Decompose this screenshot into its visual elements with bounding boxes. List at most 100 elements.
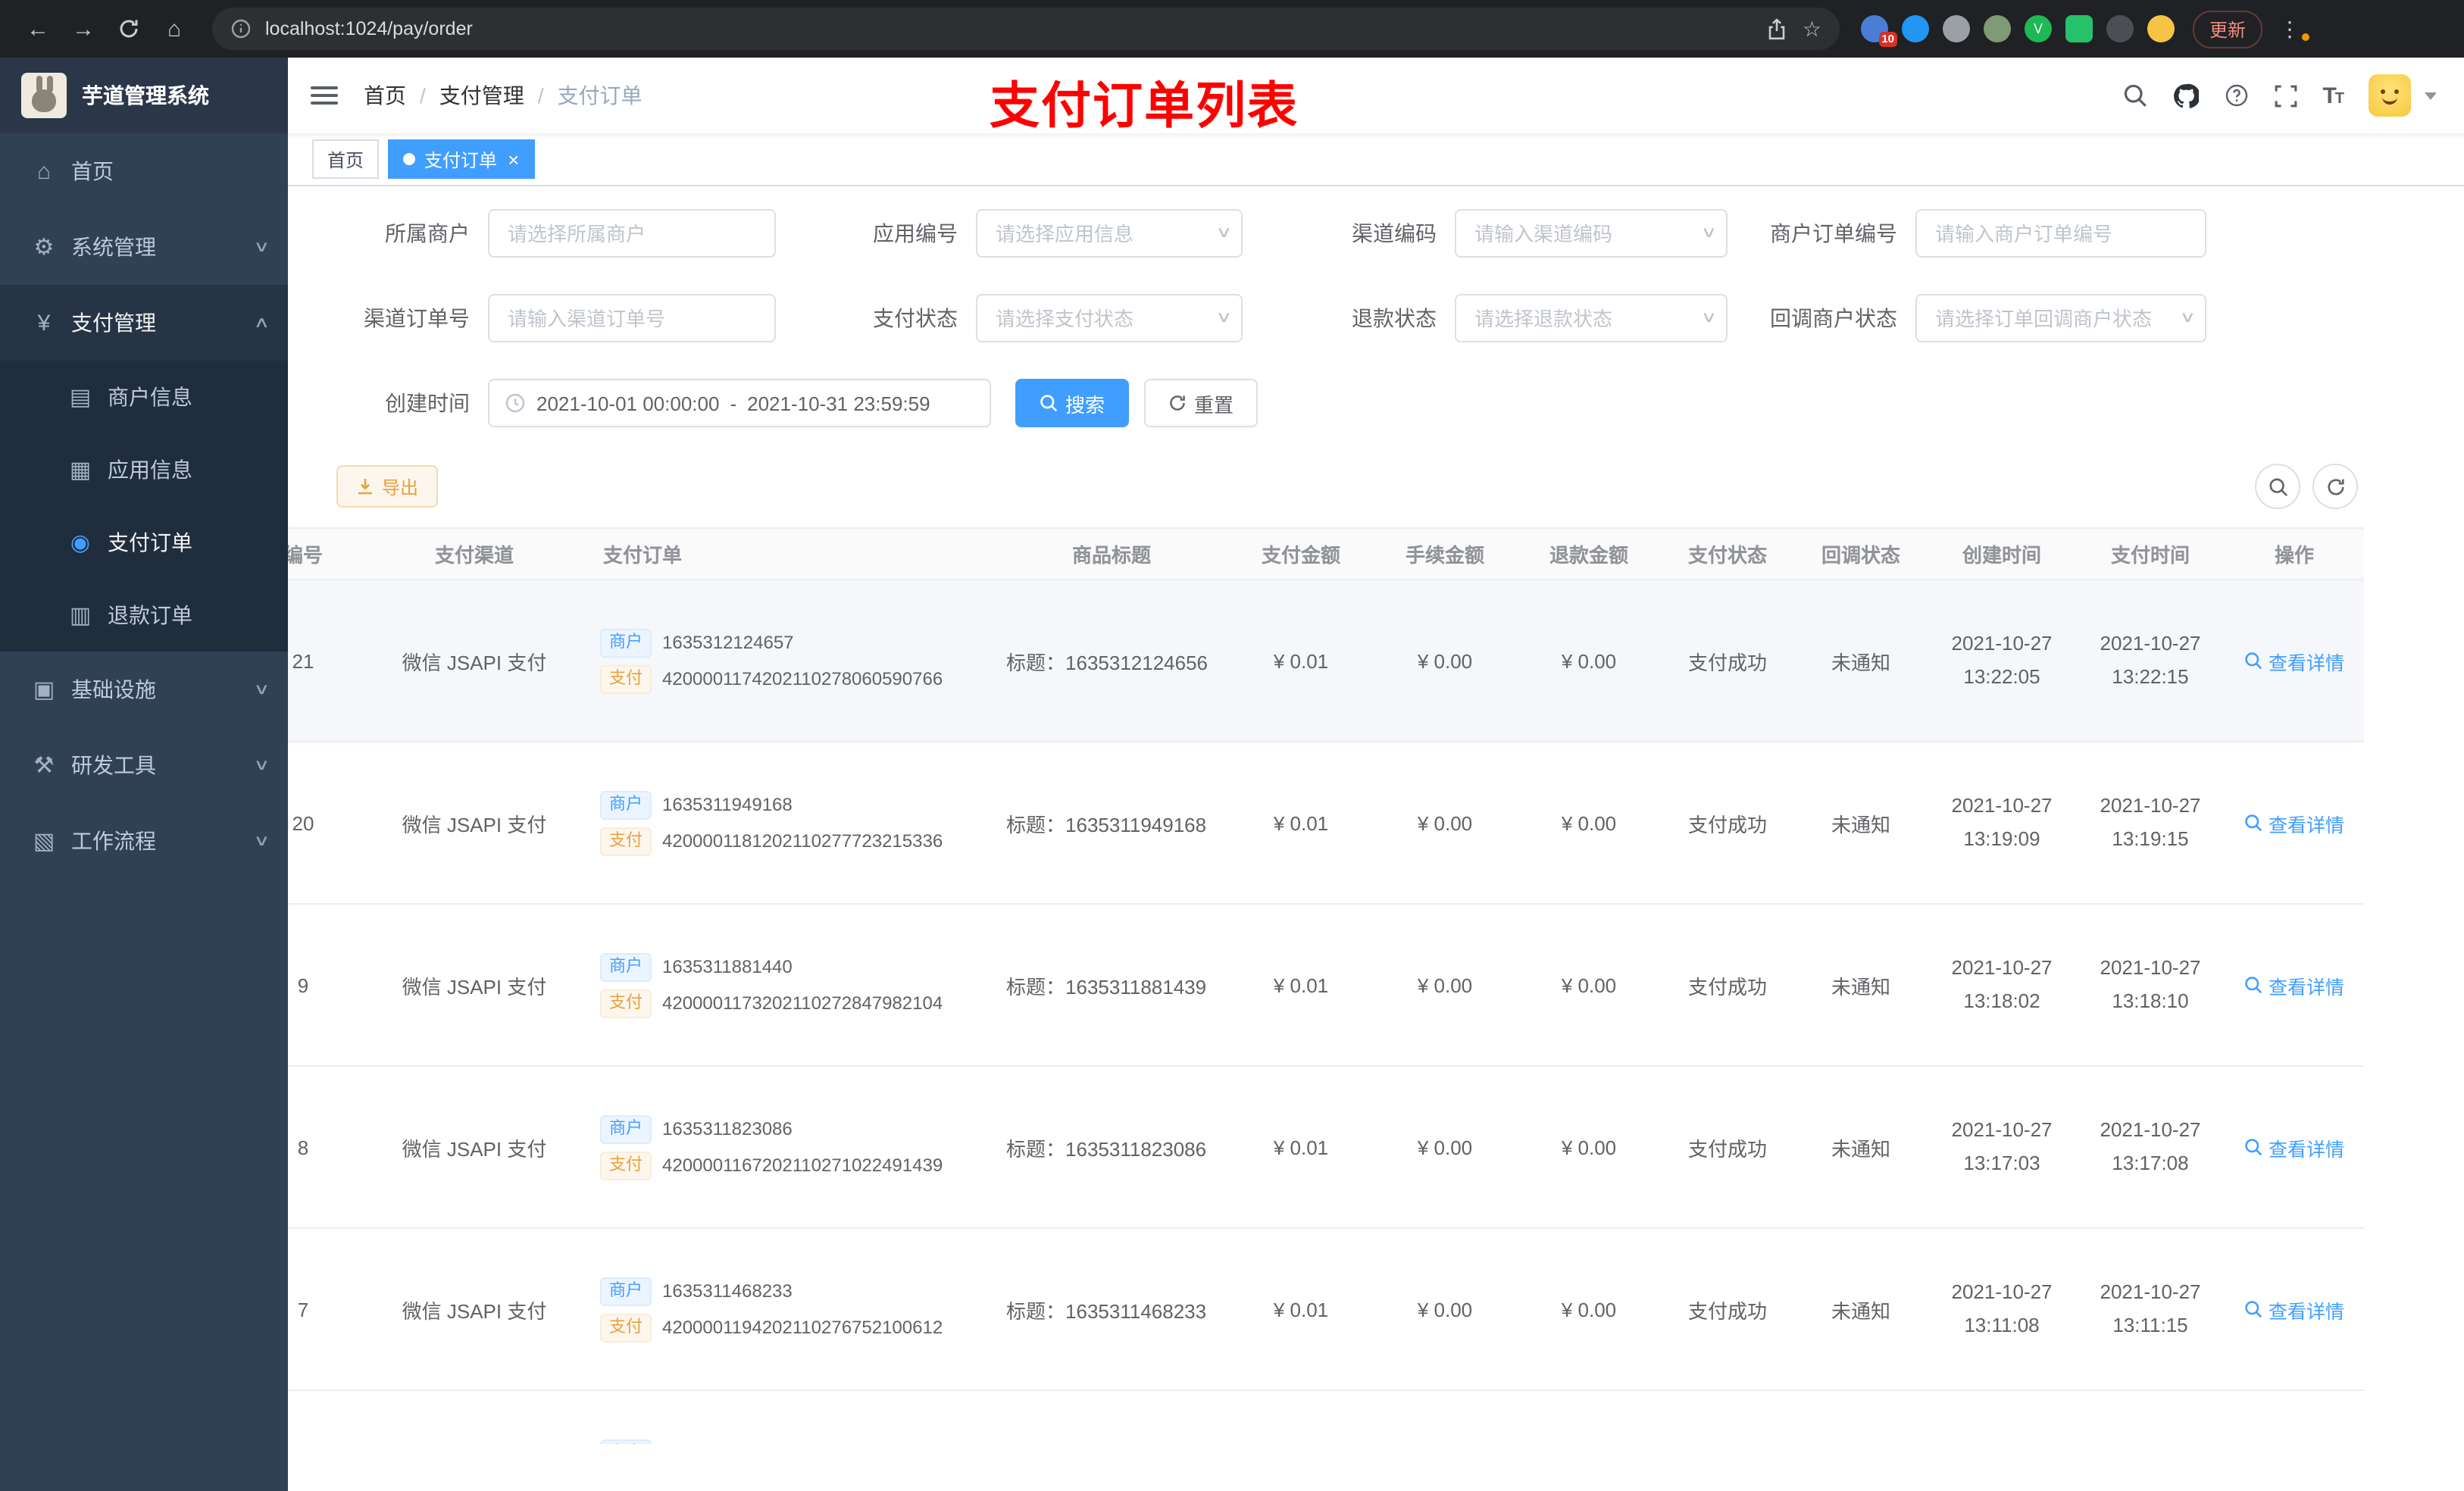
sidebar-item-system[interactable]: ⚙ 系统管理 ∨: [0, 209, 288, 285]
cell-status: 支付成功: [1661, 1066, 1794, 1229]
cell-pay-time: 2021-10-27 13:19:15: [2076, 742, 2225, 905]
sidebar-item-pay-order[interactable]: ◉ 支付订单: [0, 506, 288, 579]
sidebar-item-merchant-info[interactable]: ▤ 商户信息: [0, 361, 288, 433]
sidebar-item-workflow[interactable]: ▧ 工作流程 ∨: [0, 803, 288, 879]
create-time-range-picker[interactable]: 2021-10-01 00:00:00 - 2021-10-31 23:59:5…: [488, 379, 991, 427]
pay-order-no: 4200001194202110276752100612: [662, 1317, 943, 1338]
cell-channel: 微信 JSAPI 支付: [361, 904, 588, 1067]
search-icon[interactable]: [2122, 83, 2147, 108]
github-icon[interactable]: [2172, 83, 2199, 108]
channel-order-no-input[interactable]: [488, 294, 776, 342]
fullscreen-icon[interactable]: [2274, 84, 2297, 107]
view-detail-link[interactable]: 查看详情: [2244, 1133, 2344, 1161]
cell-refund: ¥ 0.00: [1517, 1066, 1661, 1229]
cell-status: 支付成功: [1661, 1228, 1794, 1391]
refresh-table-button[interactable]: [2312, 464, 2358, 509]
extension-chat-icon[interactable]: [2065, 15, 2093, 42]
sidebar-item-refund-order[interactable]: ▥ 退款订单: [0, 579, 288, 652]
merchant-order-line: 商户 1635312124657: [600, 628, 988, 657]
search-button[interactable]: 搜索: [1015, 379, 1130, 427]
breadcrumb-payment[interactable]: 支付管理: [439, 80, 524, 111]
search-icon: [2245, 1139, 2262, 1156]
toggle-search-button[interactable]: [2255, 464, 2300, 509]
merchant-select[interactable]: [488, 209, 776, 258]
view-detail-link[interactable]: 查看详情: [2244, 971, 2344, 999]
reset-button-label: 重置: [1194, 393, 1234, 416]
cell-actions: 查看详情: [2225, 904, 2364, 1067]
extension-globe-icon[interactable]: [1943, 15, 1970, 42]
sidebar-item-app-info[interactable]: ▦ 应用信息: [0, 433, 288, 506]
sidebar-item-dev-tools[interactable]: ⚒ 研发工具 ∨: [0, 727, 288, 803]
tab-pay-order[interactable]: 支付订单 ×: [388, 139, 535, 179]
title-value: 1635311881439: [1065, 975, 1207, 998]
pay-date: 2021-10-27: [2100, 793, 2201, 817]
avatar-caret-icon[interactable]: [2425, 92, 2437, 99]
update-button[interactable]: 更新: [2193, 10, 2263, 48]
extension-circle-icon[interactable]: [1984, 15, 2011, 42]
browser-menu-icon[interactable]: ⋮: [2275, 16, 2310, 42]
tab-label: 支付订单: [424, 149, 498, 170]
create-date: 2021-10-27: [1951, 955, 2053, 979]
clock-icon: [505, 393, 525, 413]
col-id: 编号: [288, 527, 361, 580]
merchant-badge: 商户: [600, 790, 652, 819]
extension-blocker-icon[interactable]: 10: [1861, 15, 1897, 47]
search-icon: [2245, 977, 2262, 994]
user-avatar[interactable]: [2369, 74, 2411, 117]
cell-fee: ¥ 0.00: [1373, 742, 1517, 905]
pay-status-select[interactable]: [976, 294, 1243, 342]
extension-drop-icon[interactable]: [1902, 15, 1929, 42]
channel-code-select[interactable]: [1455, 209, 1728, 258]
breadcrumb-home[interactable]: 首页: [364, 80, 406, 111]
breadcrumb-separator: /: [537, 83, 544, 108]
notify-status-select[interactable]: [1915, 294, 2206, 342]
export-button[interactable]: 导出: [336, 465, 439, 508]
sidebar-item-label: 支付订单: [108, 530, 192, 555]
app-select[interactable]: [976, 209, 1243, 258]
back-icon[interactable]: ←: [18, 9, 58, 48]
cell-notify: 未通知: [1794, 580, 1928, 742]
reset-button[interactable]: 重置: [1144, 379, 1259, 427]
view-detail-link[interactable]: 查看详情: [2244, 646, 2344, 675]
share-icon[interactable]: [1768, 17, 1787, 40]
date-separator: -: [730, 392, 737, 414]
create-time: 13:17:03: [1963, 1152, 2040, 1174]
home-icon[interactable]: ⌂: [155, 9, 194, 48]
forward-icon[interactable]: →: [64, 9, 103, 48]
sidebar-item-infra[interactable]: ▣ 基础设施 ∨: [0, 652, 288, 727]
create-date: 2021-10-27: [1951, 1280, 2053, 1303]
bookmark-star-icon[interactable]: ☆: [1803, 16, 1821, 42]
cell-amount: ¥ 0.01: [1229, 1228, 1373, 1391]
sidebar-item-home[interactable]: ⌂ 首页: [0, 133, 288, 209]
reload-icon[interactable]: [109, 9, 149, 48]
help-icon[interactable]: [2224, 83, 2248, 108]
view-detail-link[interactable]: 查看详情: [2244, 1295, 2344, 1324]
logo[interactable]: 芋道管理系统: [0, 58, 288, 133]
site-info-icon[interactable]: [230, 18, 252, 39]
cell-notify: 未通知: [1794, 1066, 1928, 1229]
merchant-badge: 商户: [600, 952, 652, 981]
view-detail-link[interactable]: 查看详情: [2244, 808, 2344, 837]
merchant-order-no-input[interactable]: [1915, 209, 2206, 258]
merchant-order-line: 商户 1635311949168: [600, 790, 988, 819]
sidebar-item-label: 支付管理: [71, 311, 156, 335]
tab-home[interactable]: 首页: [312, 139, 380, 179]
cell-status: 支付成功: [1661, 742, 1794, 905]
cell-id: 9: [288, 904, 361, 1067]
close-tab-icon[interactable]: ×: [508, 149, 519, 169]
extension-face-icon[interactable]: [2147, 15, 2175, 42]
font-size-icon[interactable]: TT: [2322, 83, 2344, 108]
tag-view-bar: 首页 支付订单 ×: [288, 133, 2464, 186]
breadcrumb-current: 支付订单: [557, 83, 643, 108]
cell-status: 支付成功: [1661, 904, 1794, 1067]
address-bar[interactable]: localhost:1024/pay/order ☆: [212, 8, 1840, 50]
refund-status-select[interactable]: [1455, 294, 1728, 342]
sidebar-item-payment[interactable]: ¥ 支付管理 ∧: [0, 285, 288, 361]
collapse-sidebar-icon[interactable]: [311, 86, 338, 105]
create-date: 2021-10-27: [1951, 631, 2053, 655]
extension-check-icon[interactable]: V: [2025, 15, 2052, 42]
extension-puzzle-icon[interactable]: [2106, 15, 2134, 42]
merchant-order-no: 1635311881440: [662, 956, 793, 977]
cell-actions: 查看详情: [2225, 1228, 2364, 1391]
pay-date: 2021-10-27: [2100, 631, 2201, 655]
